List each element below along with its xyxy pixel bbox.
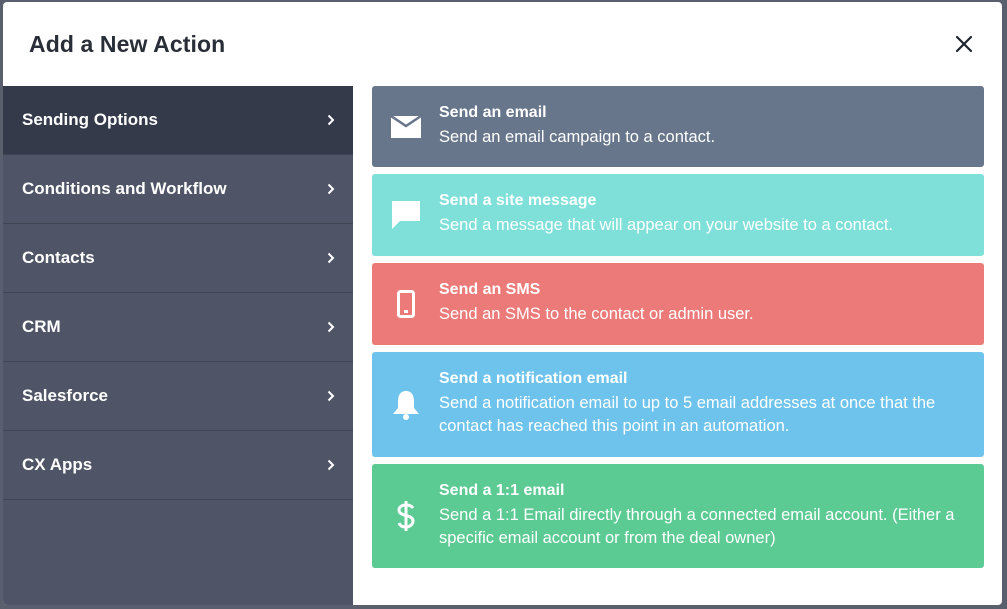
close-icon xyxy=(955,35,973,53)
action-title: Send a notification email xyxy=(439,370,628,387)
action-title: Send a site message xyxy=(439,192,597,209)
sidebar-item-conditions-and-workflow[interactable]: Conditions and Workflow xyxy=(3,155,353,224)
sidebar-item-label: Salesforce xyxy=(22,386,108,405)
modal-title: Add a New Action xyxy=(29,30,226,57)
sidebar-item-label: CRM xyxy=(22,317,61,336)
action-list: Send an email Send an email campaign to … xyxy=(353,86,1002,605)
bell-icon xyxy=(372,352,439,457)
action-category-sidebar: Sending Options Conditions and Workflow … xyxy=(3,86,353,605)
action-card-send-one-to-one-email[interactable]: Send a 1:1 email Send a 1:1 Email direct… xyxy=(372,464,984,568)
sidebar-item-label: Sending Options xyxy=(22,110,158,129)
sidebar-item-contacts[interactable]: Contacts xyxy=(3,224,353,293)
action-card-send-email[interactable]: Send an email Send an email campaign to … xyxy=(372,86,984,167)
chevron-right-icon xyxy=(327,182,337,196)
action-description: Send a 1:1 Email directly through a conn… xyxy=(439,506,955,547)
action-description: Send a message that will appear on your … xyxy=(439,216,894,234)
action-card-send-notification-email[interactable]: Send a notification email Send a notific… xyxy=(372,352,984,457)
action-title: Send a 1:1 email xyxy=(439,482,565,499)
mobile-phone-icon xyxy=(372,263,439,345)
action-card-send-sms[interactable]: Send an SMS Send an SMS to the contact o… xyxy=(372,263,984,345)
action-description: Send an email campaign to a contact. xyxy=(439,128,716,146)
dollar-icon xyxy=(372,464,439,568)
chat-bubble-icon xyxy=(372,174,439,256)
close-button[interactable] xyxy=(952,32,976,56)
envelope-icon xyxy=(372,86,439,167)
sidebar-item-crm[interactable]: CRM xyxy=(3,293,353,362)
sidebar-item-label: CX Apps xyxy=(22,455,93,474)
sidebar-item-label: Conditions and Workflow xyxy=(22,179,227,198)
action-card-send-site-message[interactable]: Send a site message Send a message that … xyxy=(372,174,984,256)
action-description: Send an SMS to the contact or admin user… xyxy=(439,305,754,323)
chevron-right-icon xyxy=(327,251,337,265)
chevron-right-icon xyxy=(327,320,337,334)
add-action-modal: Add a New Action Sending Options Conditi… xyxy=(3,2,1002,605)
chevron-right-icon xyxy=(327,458,337,472)
sidebar-item-salesforce[interactable]: Salesforce xyxy=(3,362,353,431)
action-title: Send an SMS xyxy=(439,281,541,298)
action-description: Send a notification email to up to 5 ema… xyxy=(439,394,936,435)
chevron-right-icon xyxy=(327,389,337,403)
sidebar-item-sending-options[interactable]: Sending Options xyxy=(3,86,353,155)
sidebar-item-cx-apps[interactable]: CX Apps xyxy=(3,431,353,500)
sidebar-item-label: Contacts xyxy=(22,248,95,267)
action-title: Send an email xyxy=(439,104,547,121)
modal-header: Add a New Action xyxy=(3,2,1002,86)
chevron-right-icon xyxy=(327,113,337,127)
